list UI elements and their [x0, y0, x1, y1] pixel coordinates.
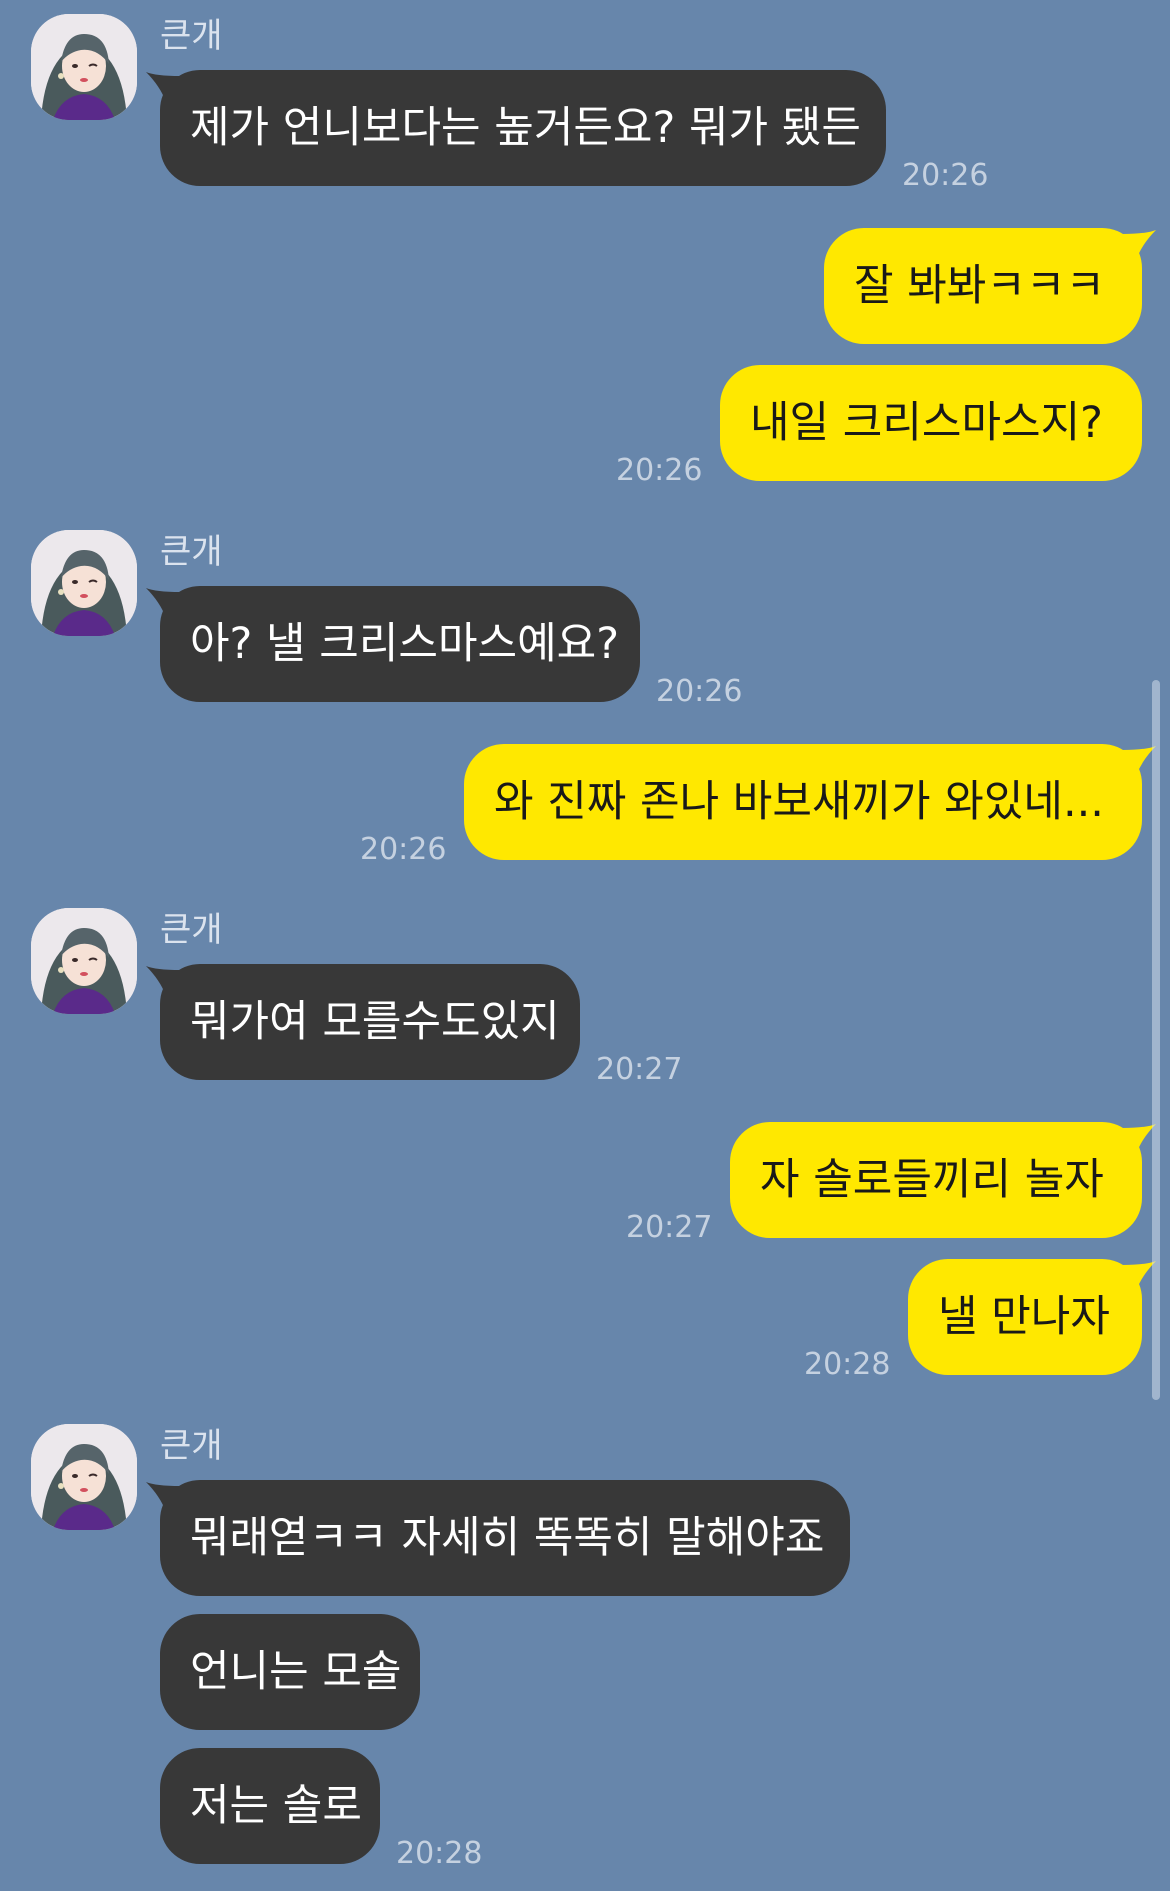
sender-avatar[interactable] [31, 1424, 137, 1530]
message-timestamp: 20:28 [804, 1347, 891, 1382]
message-timestamp: 20:26 [616, 453, 703, 488]
sender-name: 큰개 [160, 910, 223, 950]
message-timestamp: 20:26 [902, 158, 989, 193]
message-timestamp: 20:27 [596, 1052, 683, 1087]
bubble-tail [1122, 1261, 1156, 1291]
incoming-message-bubble[interactable]: 제가 언니보다는 높거든요? 뭐가 됐든 [160, 70, 886, 186]
sender-avatar[interactable] [31, 14, 137, 120]
bubble-tail [1122, 746, 1156, 776]
bubble-tail [1122, 1124, 1156, 1154]
sender-name: 큰개 [160, 1426, 223, 1466]
bubble-tail [146, 72, 180, 102]
incoming-message-bubble[interactable]: 저는 솔로 [160, 1748, 380, 1864]
message-timestamp: 20:28 [396, 1836, 483, 1871]
outgoing-message-bubble[interactable]: 내일 크리스마스지? [720, 365, 1142, 481]
sender-name: 큰개 [160, 16, 223, 56]
sender-avatar[interactable] [31, 530, 137, 636]
incoming-message-bubble[interactable]: 뭐래엳ㅋㅋ 자세히 똑똑히 말해야죠 [160, 1480, 850, 1596]
bubble-tail [1122, 230, 1156, 260]
message-timestamp: 20:26 [360, 832, 447, 867]
chat-room: 큰개 제가 언니보다는 높거든요? 뭐가 됐든 20:26 잘 봐봐ㅋㅋㅋ 내일 크리스… [0, 0, 1170, 1891]
message-timestamp: 20:26 [656, 674, 743, 709]
bubble-tail [146, 588, 180, 618]
scrollbar[interactable] [1152, 680, 1160, 1400]
incoming-message-bubble[interactable]: 뭐가여 모를수도있지 [160, 964, 580, 1080]
incoming-message-bubble[interactable]: 아? 낼 크리스마스예요? [160, 586, 640, 702]
sender-name: 큰개 [160, 532, 223, 572]
bubble-tail [146, 966, 180, 996]
bubble-tail [146, 1482, 180, 1512]
sender-avatar[interactable] [31, 908, 137, 1014]
outgoing-message-bubble[interactable]: 와 진짜 존나 바보새끼가 와있네... [464, 744, 1142, 860]
outgoing-message-bubble[interactable]: 낼 만나자 [908, 1259, 1142, 1375]
incoming-message-bubble[interactable]: 언니는 모솔 [160, 1614, 420, 1730]
message-timestamp: 20:27 [626, 1210, 713, 1245]
outgoing-message-bubble[interactable]: 자 솔로들끼리 놀자 [730, 1122, 1142, 1238]
outgoing-message-bubble[interactable]: 잘 봐봐ㅋㅋㅋ [824, 228, 1142, 344]
